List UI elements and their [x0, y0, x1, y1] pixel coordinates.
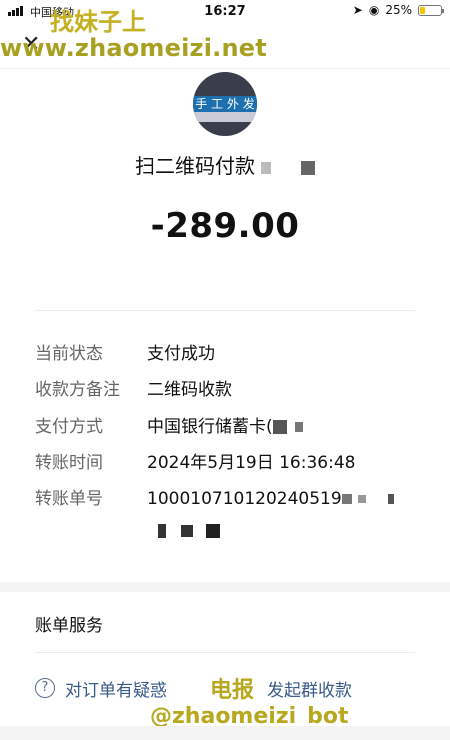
order-number-redacted [158, 520, 221, 539]
detail-row-status: 当前状态 支付成功 [35, 342, 430, 366]
watermark-dianbao: 电报 [210, 678, 255, 703]
bottom-separator [0, 726, 450, 740]
section-divider [35, 310, 415, 311]
detail-label: 转账时间 [35, 453, 103, 473]
watermark-url: www.zhaomeizi.net [0, 34, 267, 62]
watermark-text: 找妹子上 [50, 8, 146, 36]
transaction-title-text: 扫二维码付款 [135, 154, 255, 178]
detail-value: 支付成功 [147, 344, 215, 364]
transaction-title: 扫二维码付款 [0, 150, 450, 179]
detail-value: 100010710120240519 [147, 489, 342, 509]
battery-icon [418, 4, 444, 16]
detail-row-time: 转账时间 2024年5月19日 16:36:48 [35, 451, 430, 475]
detail-value: 2024年5月19日 16:36:48 [147, 453, 356, 473]
service-divider [35, 652, 415, 653]
detail-label: 转账单号 [35, 489, 103, 509]
orientation-lock-icon: ◉ [368, 3, 380, 17]
bill-service-title: 账单服务 [35, 616, 103, 636]
order-question-link[interactable]: 对订单有疑惑 [65, 676, 167, 701]
detail-row-payment-method: 支付方式 中国银行储蓄卡( [35, 415, 430, 439]
detail-row-remark: 收款方备注 二维码收款 [35, 378, 430, 402]
question-icon[interactable]: ? [35, 678, 55, 698]
detail-label: 支付方式 [35, 417, 103, 437]
detail-row-order-number: 转账单号 100010710120240519 [35, 487, 430, 511]
transaction-amount: -289.00 [150, 206, 300, 246]
location-icon: ➤ [352, 3, 363, 17]
detail-label: 当前状态 [35, 344, 103, 364]
battery-percent: 25% [385, 3, 412, 17]
group-collect-link[interactable]: 发起群收款 [267, 676, 352, 701]
detail-value: 中国银行储蓄卡( [147, 417, 273, 437]
detail-label: 收款方备注 [35, 380, 120, 400]
merchant-avatar: 手 工 外 发 [193, 72, 257, 136]
detail-value: 二维码收款 [147, 380, 232, 400]
header-divider [0, 68, 450, 69]
section-separator [0, 582, 450, 592]
